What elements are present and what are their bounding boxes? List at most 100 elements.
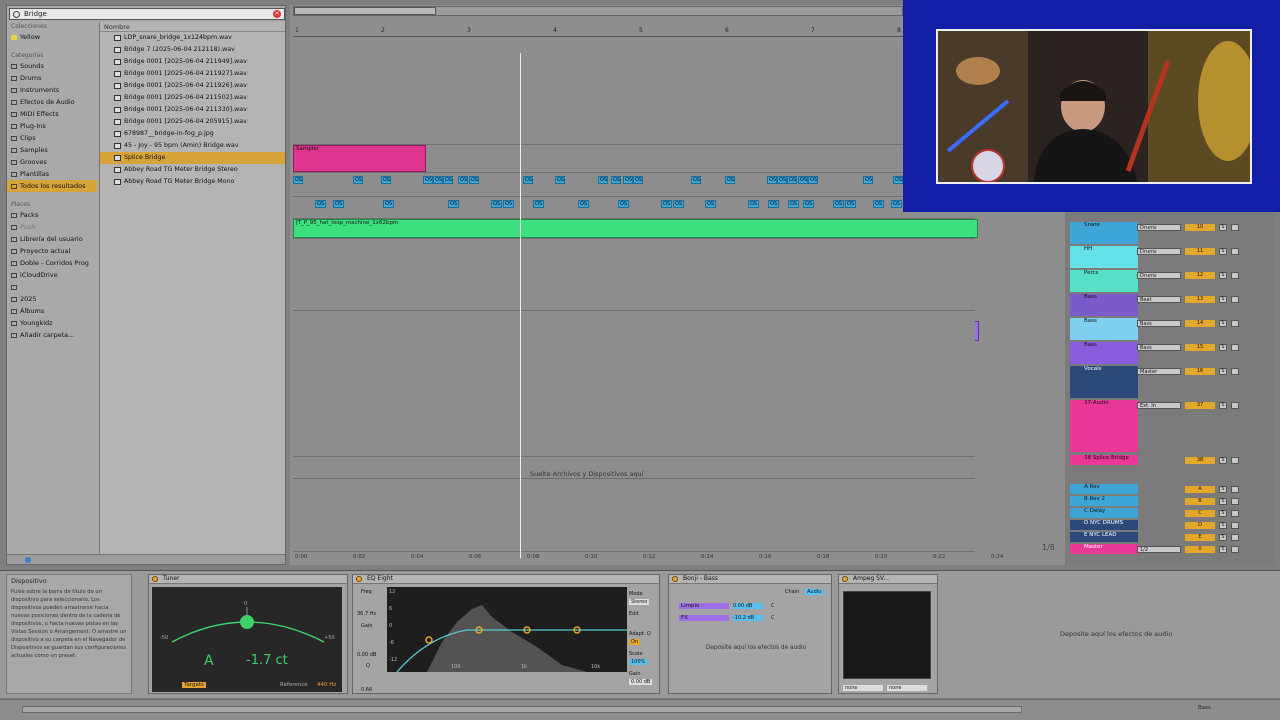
search-input[interactable]: Bridge [24, 10, 47, 18]
track-lane[interactable]: JT_P_95_hat_loop_machine_1x62bpm [293, 219, 978, 239]
arm-button[interactable] [1231, 457, 1239, 464]
midi-clip[interactable]: OS [555, 176, 565, 184]
gain-value[interactable]: 0.00 dB [357, 652, 376, 658]
midi-clip[interactable]: OS [491, 200, 502, 208]
category-item[interactable]: Efectos de Audio [7, 96, 97, 108]
arm-button[interactable] [1231, 344, 1239, 351]
mixer-track[interactable]: Bass [1070, 294, 1138, 316]
midi-clip[interactable]: OS [333, 200, 344, 208]
power-icon[interactable] [152, 576, 158, 582]
eq-eight-device[interactable]: EQ Eight Freq 36.7 Hz Gain 0.00 dB Q 0.6… [352, 574, 660, 694]
track-io-select[interactable]: Drums [1137, 248, 1181, 255]
track-lane[interactable] [293, 47, 975, 145]
midi-clip[interactable]: OS [578, 200, 589, 208]
category-item[interactable]: Todos los resultados [7, 180, 97, 192]
midi-clip[interactable]: OS [533, 200, 544, 208]
midi-clip[interactable]: OS [448, 200, 459, 208]
tuner-device[interactable]: Tuner 0 -50 +50 A -1.7 ct Targets Refere… [148, 574, 348, 694]
file-item[interactable]: Bridge 0001 [2025-06-04 211502].wav [100, 92, 285, 104]
bar-ruler[interactable]: 1 2 3 4 5 6 7 8 [293, 27, 903, 37]
track-io-select[interactable]: Bass [1137, 344, 1181, 351]
mode-select[interactable]: Stereo [629, 599, 650, 605]
chain-gain[interactable]: 0.00 dB [733, 603, 763, 609]
device-title-bar[interactable]: Bonji - Bass [669, 575, 831, 584]
device-title-bar[interactable]: EQ Eight [353, 575, 659, 584]
solo-button[interactable]: S [1219, 522, 1227, 529]
track-io-select[interactable]: Bass [1137, 320, 1181, 327]
mixer-track[interactable]: Master [1070, 544, 1138, 554]
freq-value[interactable]: 36.7 Hz [357, 611, 376, 617]
place-item[interactable]: Youngkidz [7, 317, 97, 329]
chain-selector[interactable]: Audio [805, 589, 824, 595]
solo-button[interactable]: S [1219, 546, 1227, 553]
mixer-track[interactable]: E NYC LEAD [1070, 532, 1138, 542]
arm-button[interactable] [1231, 510, 1239, 517]
track-io-select[interactable]: Ext. In [1137, 402, 1181, 409]
mixer-track[interactable]: HH [1070, 246, 1138, 268]
search-box[interactable]: Bridge × [9, 8, 285, 20]
place-item[interactable]: Doble - Corridos Prog [7, 257, 97, 269]
solo-button[interactable]: S [1219, 344, 1227, 351]
midi-clip[interactable]: OS [633, 176, 643, 184]
file-item[interactable]: Bridge 0001 [2025-06-04 211949].wav [100, 56, 285, 68]
track-io-select[interactable]: Beat [1137, 296, 1181, 303]
mixer-track[interactable]: B Rev 2 [1070, 496, 1138, 506]
midi-clip[interactable]: OS [443, 176, 453, 184]
track-activator[interactable]: 12 [1185, 272, 1215, 279]
file-item[interactable]: Bridge 0001 [2025-06-04 211927].wav [100, 68, 285, 80]
midi-clip[interactable]: OS [353, 176, 363, 184]
arm-button[interactable] [1231, 248, 1239, 255]
output-select[interactable]: none [887, 685, 927, 691]
collection-yellow[interactable]: Yellow [7, 31, 97, 43]
midi-clip[interactable]: OS [523, 176, 533, 184]
mixer-track[interactable]: A Rev [1070, 484, 1138, 494]
arm-button[interactable] [1231, 522, 1239, 529]
midi-clip[interactable]: OS [787, 176, 797, 184]
track-activator[interactable]: A [1185, 486, 1215, 493]
track-io-select[interactable]: 1/2 [1137, 546, 1181, 553]
place-item[interactable]: Push [7, 221, 97, 233]
arm-button[interactable] [1231, 296, 1239, 303]
track-activator[interactable]: 0 [1185, 546, 1215, 553]
midi-clip[interactable]: OS [503, 200, 514, 208]
arm-button[interactable] [1231, 272, 1239, 279]
arm-button[interactable] [1231, 498, 1239, 505]
power-icon[interactable] [356, 576, 362, 582]
solo-button[interactable]: S [1219, 320, 1227, 327]
drop-area[interactable] [293, 479, 975, 552]
midi-clip[interactable]: OS [691, 176, 701, 184]
bonji-bass-rack[interactable]: Bonji - Bass Chain Audio Limpio 0.00 dB C F… [668, 574, 832, 694]
chain-pan[interactable]: C [771, 603, 775, 609]
device-title-bar[interactable]: Tuner [149, 575, 347, 584]
arm-button[interactable] [1231, 402, 1239, 409]
midi-clip[interactable]: OS [863, 176, 873, 184]
midi-clip[interactable]: OS [833, 200, 844, 208]
midi-clip[interactable]: OS [893, 176, 903, 184]
file-item[interactable]: Bridge 7 (2025-06-04 212118).wav [100, 44, 285, 56]
solo-button[interactable]: S [1219, 486, 1227, 493]
power-icon[interactable] [672, 576, 678, 582]
midi-clip[interactable]: OS [788, 200, 799, 208]
mixer-track[interactable]: Bass [1070, 342, 1138, 364]
category-item[interactable]: Grooves [7, 156, 97, 168]
playhead[interactable] [520, 53, 521, 558]
overview-selection[interactable] [294, 7, 436, 15]
category-item[interactable]: Instruments [7, 84, 97, 96]
place-item[interactable]: Packs [7, 209, 97, 221]
file-item[interactable]: 45 - Joy - 95 bpm (Amin) Bridge.wav [100, 140, 285, 152]
mixer-track[interactable]: Snare [1070, 222, 1138, 244]
tuner-mode-button[interactable]: Targets [182, 682, 206, 688]
arrangement-overview[interactable] [293, 6, 903, 16]
solo-button[interactable]: S [1219, 272, 1227, 279]
midi-clip[interactable]: OS [803, 200, 814, 208]
midi-clip[interactable]: OS [618, 200, 629, 208]
mixer-track[interactable]: Vocals [1070, 366, 1138, 398]
audio-clip[interactable]: JT_P_95_hat_loop_machine_1x62bpm [293, 219, 978, 238]
category-item[interactable]: Plantillas [7, 168, 97, 180]
track-io-select[interactable]: Drums [1137, 272, 1181, 279]
midi-clip[interactable]: OS [293, 176, 303, 184]
track-lane[interactable]: OS OS OS OS OS OS OS OS OS OS OS OS OS OS OS OS OS OS OS OS… [293, 173, 975, 197]
file-item[interactable]: Bridge 0001 [2025-06-04 211926].wav [100, 80, 285, 92]
track-activator[interactable]: 15 [1185, 344, 1215, 351]
track-activator[interactable]: B [1185, 498, 1215, 505]
